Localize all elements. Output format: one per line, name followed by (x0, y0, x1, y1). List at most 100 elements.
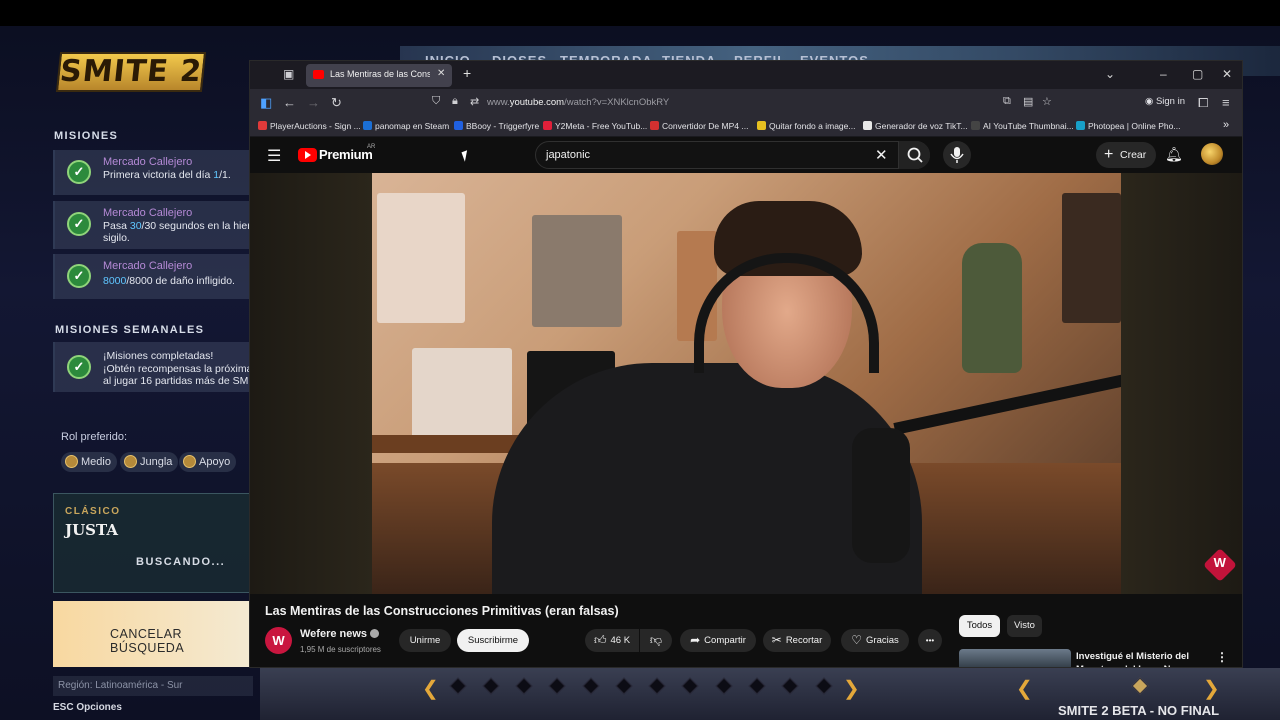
esc-options[interactable]: ESC Opciones (53, 702, 122, 713)
tab-youtube[interactable]: Las Mentiras de las Constru ✕ (306, 64, 452, 87)
weekly-desc: ¡Misiones completadas! ¡Obtén recompensas… (103, 350, 265, 387)
sidebar-icon[interactable]: ◧ (260, 95, 272, 111)
maximize-icon[interactable]: ▢ (1192, 67, 1203, 81)
clear-search-icon[interactable]: ✕ (875, 146, 888, 164)
ambient-right (1121, 173, 1242, 594)
video-info: Las Mentiras de las Construcciones Primi… (250, 594, 1242, 667)
lock-icon[interactable]: 🔒︎ (452, 95, 458, 108)
mission-title: Mercado Callejero (103, 207, 193, 219)
bookmark-favicon-icon (363, 121, 372, 130)
bookmark[interactable]: AI YouTube Thumbnai... (971, 121, 1074, 131)
microphone (852, 428, 910, 563)
reader-view-icon[interactable]: ▤ (1023, 95, 1033, 108)
bookmark[interactable]: Convertidor De MP4 ... (650, 121, 748, 131)
bookmark[interactable]: PlayerAuctions - Sign ... (258, 121, 361, 131)
chip-visto[interactable]: Visto (1007, 615, 1042, 637)
shield-icon[interactable]: ⛉ (432, 95, 440, 108)
bookmarks-overflow-icon[interactable]: » (1223, 119, 1229, 131)
channel-avatar[interactable]: W (265, 627, 292, 654)
video-player[interactable] (250, 173, 1242, 594)
thumbs-down-icon: 👎︎ (649, 633, 663, 647)
join-button[interactable]: Unirme (399, 629, 451, 652)
url-bar[interactable]: ⛉ 🔒︎ ⇄ www.youtube.com/watch?v=XNKlcnObk… (430, 92, 1055, 114)
forward-icon[interactable]: → (307, 95, 320, 110)
role-icon (65, 455, 78, 468)
picture-in-picture-icon[interactable]: ⧉ (1003, 95, 1011, 108)
tab-overview-icon[interactable]: ▣ (283, 67, 294, 81)
menu-icon[interactable]: ≡ (1222, 95, 1230, 110)
notifications-bell-icon[interactable]: 🔔︎ (1165, 146, 1183, 163)
search-button[interactable] (898, 141, 930, 169)
chip-todos[interactable]: Todos (959, 615, 1000, 637)
bookmark-favicon-icon (1076, 121, 1085, 130)
more-actions-button[interactable]: ••• (918, 629, 942, 652)
thumbs-up-icon: 👍︎ (593, 633, 607, 647)
share-button[interactable]: ➦ Compartir (680, 629, 756, 652)
role-chip-jungla[interactable]: Jungla (120, 452, 179, 472)
bookmark-favicon-icon (650, 121, 659, 130)
mission-desc: Primera victoria del día 1/1. (103, 169, 231, 181)
youtube-logo-icon[interactable] (298, 148, 317, 162)
bookmark[interactable]: panomap en Steam (363, 121, 449, 131)
role-label: Rol preferido: (61, 431, 128, 443)
smite-logo: SMITE 2 (52, 46, 208, 102)
sign-in-button[interactable]: ◉ Sign in (1145, 96, 1185, 107)
dislike-button[interactable]: 👎︎ (640, 629, 672, 652)
video-title: Las Mentiras de las Construcciones Primi… (265, 604, 619, 618)
role-chip-apoyo[interactable]: Apoyo (179, 452, 237, 472)
weekly-card: ✓ ¡Misiones completadas! ¡Obtén recompens… (53, 342, 265, 392)
search-input[interactable]: japatonic (546, 149, 590, 161)
bookmark[interactable]: Photopea | Online Pho... (1076, 121, 1180, 131)
back-icon[interactable]: ← (283, 95, 296, 110)
cancel-search-button[interactable]: CANCELAR BÚSQUEDA (53, 601, 253, 667)
page-prev-icon[interactable]: ❮ (1016, 676, 1033, 701)
hamburger-menu-icon[interactable]: ☰ (267, 146, 281, 166)
role-icon (183, 455, 196, 468)
like-button[interactable]: 👍︎ 46 K (585, 629, 639, 652)
thanks-heart-icon: ♡ (851, 633, 863, 647)
top-black-bar (0, 0, 1280, 26)
window-close-icon[interactable]: ✕ (1222, 67, 1232, 81)
bookmark[interactable]: BBooy - Triggerfyre (454, 121, 539, 131)
extensions-icon[interactable]: ⧠ (1198, 95, 1208, 111)
account-avatar[interactable] (1201, 143, 1223, 165)
new-tab-icon[interactable]: + (463, 65, 471, 81)
create-button[interactable]: + Crear (1096, 142, 1157, 168)
close-tab-icon[interactable]: ✕ (437, 68, 445, 79)
tab-list-chevron-icon[interactable]: ⌄ (1105, 67, 1115, 81)
voice-search-button[interactable] (943, 141, 971, 169)
carousel-prev-icon[interactable]: ❮ (422, 676, 439, 701)
bookmark[interactable]: Y2Meta - Free YouTub... (543, 121, 647, 131)
bookmark[interactable]: Generador de voz TikT... (863, 121, 968, 131)
page-next-icon[interactable]: ❯ (1203, 676, 1220, 701)
weekly-missions-title: MISIONES SEMANALES (55, 324, 205, 336)
bookmark-star-icon[interactable]: ☆ (1042, 95, 1052, 108)
channel-name[interactable]: Wefere news (300, 628, 380, 640)
search-box[interactable]: japatonic ✕ (535, 141, 930, 169)
mission-card: ✓ Mercado Callejero 8000/8000 de daño in… (53, 254, 253, 299)
thanks-button[interactable]: ♡ Gracias (841, 629, 909, 652)
carousel-next-icon[interactable]: ❯ (843, 676, 860, 701)
wall-frame (1062, 193, 1121, 323)
recommended-more-icon[interactable]: ⋮ (1216, 650, 1228, 664)
nav-bar: ◧ ← → ↻ ⛉ 🔒︎ ⇄ www.youtube.com/watch?v=X… (250, 89, 1242, 117)
video-frame (372, 173, 1121, 594)
ambient-left (250, 173, 372, 594)
permissions-icon[interactable]: ⇄ (470, 95, 479, 108)
minimize-icon[interactable]: – (1160, 67, 1167, 81)
subscribe-button[interactable]: Suscribirme (457, 629, 529, 652)
youtube-premium-logo[interactable]: Premium (319, 147, 373, 162)
bookmark-favicon-icon (971, 121, 980, 130)
reload-icon[interactable]: ↻ (331, 95, 342, 111)
recommended-title[interactable]: Investigué el Misterio del Monstruo del … (1076, 650, 1206, 667)
bookmark[interactable]: Quitar fondo a image... (757, 121, 855, 131)
action-figure (962, 243, 1022, 373)
recommended-thumbnail[interactable] (959, 649, 1071, 667)
mission-card: ✓ Mercado Callejero Primera victoria del… (53, 150, 253, 195)
clip-button[interactable]: ✂ Recortar (763, 629, 831, 652)
role-chip-medio[interactable]: Medio (61, 452, 117, 472)
microphone-icon (950, 147, 964, 163)
bookmark-favicon-icon (258, 121, 267, 130)
check-icon: ✓ (67, 264, 91, 288)
missions-title: MISIONES (54, 130, 119, 142)
